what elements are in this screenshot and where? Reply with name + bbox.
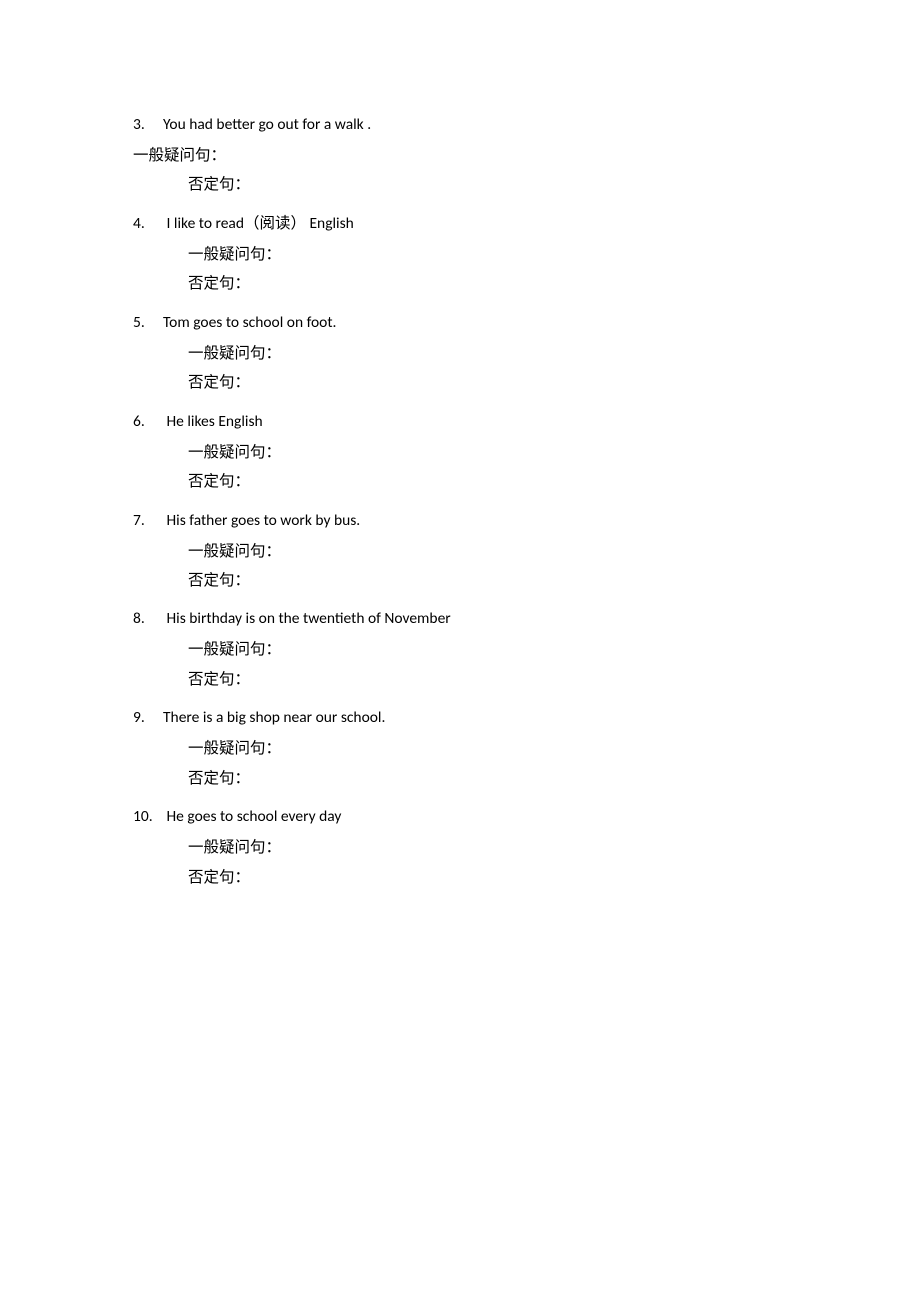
question-text: There is a big shop near our school. (163, 708, 385, 727)
question-number: 6. (133, 410, 151, 434)
question-number: 5. (133, 311, 151, 335)
question-text-line: 9. There is a big shop near our school. (133, 706, 818, 730)
sub-line-negative: 否定句： (133, 269, 818, 298)
question-text: His birthday is on the twentieth of Nove… (163, 609, 451, 628)
sub-line-general-question: 一般疑问句： (133, 339, 818, 368)
question-number: 9. (133, 706, 151, 730)
question-text-line: 5. Tom goes to school on foot. (133, 311, 818, 335)
question-number: 3. (133, 113, 151, 137)
question-item: 9. There is a big shop near our school. 一… (133, 706, 818, 793)
sub-line-general-question: 一般疑问句： (133, 438, 818, 467)
question-text: I like to read（阅读） English (163, 214, 354, 233)
question-text-line: 3. You had better go out for a walk . (133, 113, 818, 137)
question-text-line: 7. His father goes to work by bus. (133, 509, 818, 533)
question-number: 10. (133, 805, 151, 829)
sub-line-general-question: 一般疑问句： (133, 635, 818, 664)
sub-line-negative: 否定句： (133, 170, 818, 199)
question-text-line: 6. He likes English (133, 410, 818, 434)
question-number: 8. (133, 607, 151, 631)
question-text: His father goes to work by bus. (163, 511, 360, 530)
question-number: 7. (133, 509, 151, 533)
question-text: You had better go out for a walk . (163, 115, 371, 134)
sub-line-general-question: 一般疑问句： (133, 240, 818, 269)
sub-line-general-question: 一般疑问句： (133, 833, 818, 862)
sub-line-negative: 否定句： (133, 467, 818, 496)
sub-line-negative: 否定句： (133, 368, 818, 397)
sub-line-general-question: 一般疑问句： (133, 734, 818, 763)
sub-line-negative: 否定句： (133, 863, 818, 892)
question-item: 8. His birthday is on the twentieth of N… (133, 607, 818, 694)
question-text-line: 10. He goes to school every day (133, 805, 818, 829)
question-text: He likes English (163, 412, 263, 431)
sub-line-general-question: 一般疑问句： (133, 537, 818, 566)
question-item: 3. You had better go out for a walk . 一般疑… (133, 113, 818, 200)
question-item: 10. He goes to school every day 一般疑问句： 否… (133, 805, 818, 892)
sub-line-negative: 否定句： (133, 764, 818, 793)
sub-line-negative: 否定句： (133, 566, 818, 595)
question-text: He goes to school every day (163, 807, 341, 826)
question-item: 5. Tom goes to school on foot. 一般疑问句： 否定句… (133, 311, 818, 398)
question-text-line: 8. His birthday is on the twentieth of N… (133, 607, 818, 631)
question-item: 4. I like to read（阅读） English 一般疑问句： 否定句… (133, 212, 818, 299)
question-number: 4. (133, 212, 151, 236)
sub-line-general-question: 一般疑问句： (133, 141, 818, 170)
page-content: 3. You had better go out for a walk . 一般疑… (0, 0, 818, 892)
sub-line-negative: 否定句： (133, 665, 818, 694)
question-item: 7. His father goes to work by bus. 一般疑问句… (133, 509, 818, 596)
question-text-line: 4. I like to read（阅读） English (133, 212, 818, 236)
question-text: Tom goes to school on foot. (163, 313, 336, 332)
question-item: 6. He likes English 一般疑问句： 否定句： (133, 410, 818, 497)
